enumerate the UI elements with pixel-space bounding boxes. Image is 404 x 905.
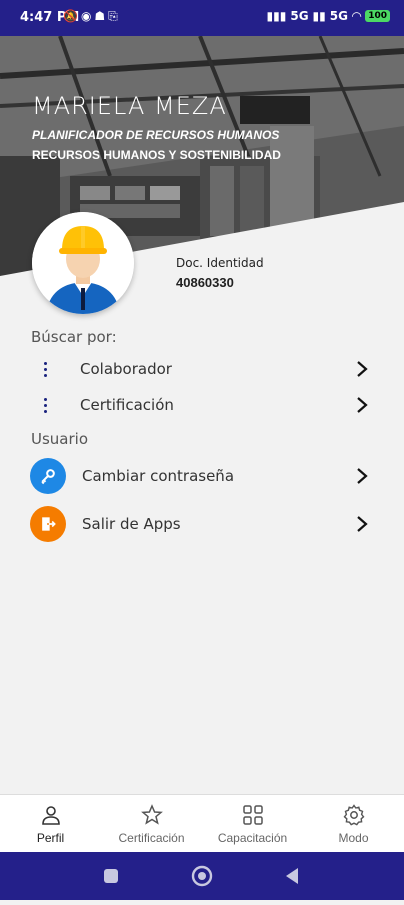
search-item-colaborador[interactable]: Colaborador (30, 351, 376, 387)
grid-icon (242, 805, 263, 825)
signal-icon: ▮▮▮ (266, 9, 287, 23)
nav-modo[interactable]: Modo (303, 795, 404, 853)
exit-icon (30, 506, 66, 542)
nav-label: Perfil (36, 831, 65, 845)
more-vertical-icon (38, 397, 52, 413)
search-item-label: Colaborador (80, 360, 172, 378)
exit-apps-button[interactable]: Salir de Apps (30, 506, 376, 542)
chevron-right-icon (357, 468, 368, 484)
exit-apps-label: Salir de Apps (82, 515, 181, 533)
change-password-label: Cambiar contraseña (82, 467, 235, 485)
status-bar: 4:47 PM 🔕◉☗⎘ ▮▮▮ 5G ▮▮ 5G ◠ 100 (0, 0, 404, 36)
back-icon (286, 868, 298, 884)
employee-role: PLANIFICADOR DE RECURSOS HUMANOS (32, 128, 280, 142)
nav-label: Modo (338, 831, 369, 845)
nav-label: Capacitación (217, 831, 288, 845)
gear-icon (343, 804, 364, 826)
user-section-title: Usuario (31, 430, 89, 448)
status-right: ▮▮▮ 5G ▮▮ 5G ◠ 100 (267, 9, 390, 23)
employee-name: MARIELA MEZA (32, 92, 227, 120)
employee-area: RECURSOS HUMANOS Y SOSTENIBILIDAD (32, 148, 281, 162)
network-label-2: 5G (329, 9, 348, 23)
nav-certificacion[interactable]: Certificación (101, 795, 202, 853)
search-item-label: Certificación (80, 396, 174, 414)
system-nav-buttons (104, 865, 298, 887)
more-vertical-icon (38, 361, 52, 377)
search-item-certificacion[interactable]: Certificación (30, 387, 376, 423)
worker-avatar-icon (32, 212, 134, 314)
key-icon (30, 458, 66, 494)
chevron-right-icon (357, 516, 368, 532)
chevron-right-icon (357, 361, 368, 377)
network-label-1: 5G (290, 9, 309, 23)
change-password-button[interactable]: Cambiar contraseña (30, 458, 376, 494)
nav-capacitacion[interactable]: Capacitación (202, 795, 303, 853)
system-navigation-bar (0, 852, 404, 900)
star-icon (140, 804, 163, 825)
search-section-title: Búscar por: (31, 328, 117, 346)
wifi-icon: ◠ (351, 9, 362, 23)
doc-number: 40860330 (176, 275, 234, 290)
recents-icon (104, 869, 118, 883)
signal-icon-2: ▮▮ (312, 9, 326, 23)
battery-icon: 100 (365, 10, 390, 22)
notification-icons: 🔕◉☗⎘ (63, 9, 121, 23)
person-icon (41, 806, 60, 825)
nav-label: Certificación (118, 831, 185, 845)
doc-label: Doc. Identidad (176, 256, 264, 270)
chevron-right-icon (357, 397, 368, 413)
nav-perfil[interactable]: Perfil (0, 795, 101, 853)
avatar (32, 212, 134, 314)
bottom-navigation: Perfil Certificación Capacitación Modo (0, 794, 404, 853)
id-document-block: Doc. Identidad 40860330 (176, 256, 264, 290)
